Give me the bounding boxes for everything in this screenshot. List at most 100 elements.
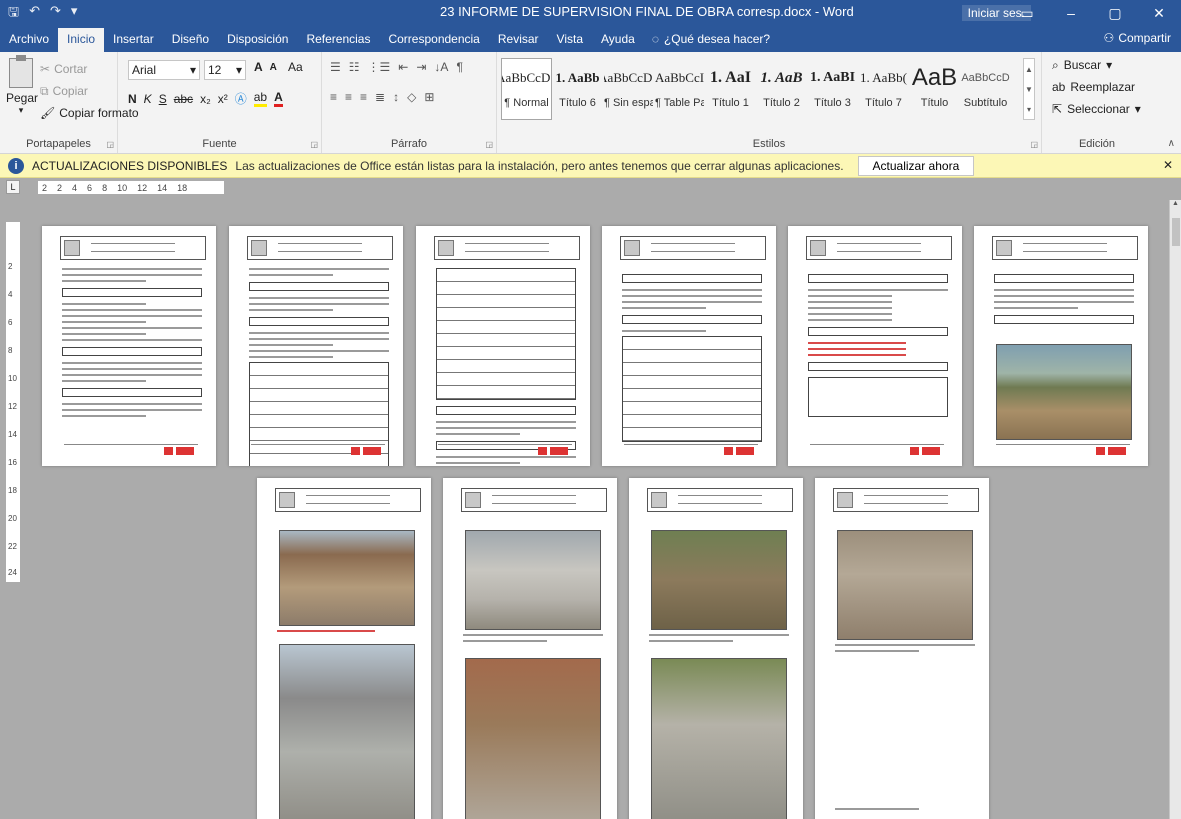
tab-references[interactable]: Referencias: [297, 28, 379, 52]
sort-icon[interactable]: ↓A: [434, 60, 448, 74]
vertical-scrollbar[interactable]: ▲: [1169, 200, 1181, 819]
ribbon-display-options-button[interactable]: ▭: [1005, 0, 1049, 26]
tab-home[interactable]: Inicio: [58, 28, 105, 52]
font-color-icon[interactable]: A: [274, 90, 283, 107]
undo-icon[interactable]: ↶: [29, 3, 40, 25]
tab-mailings[interactable]: Correspondencia: [379, 28, 488, 52]
font-name-select[interactable]: Arial ▾: [128, 60, 200, 80]
minimize-button[interactable]: –: [1049, 0, 1093, 26]
page-thumbnail[interactable]: [974, 226, 1148, 466]
tab-review[interactable]: Revisar: [489, 28, 548, 52]
close-icon[interactable]: ✕: [1163, 158, 1173, 172]
styles-scroll[interactable]: ▲ ▼ ▾: [1023, 58, 1035, 120]
bullets-icon[interactable]: ☰: [330, 60, 341, 74]
shrink-font-button[interactable]: A: [270, 62, 277, 73]
increase-indent-icon[interactable]: ⇥: [416, 60, 426, 74]
style-heading-6[interactable]: 1. AaBb Título 6: [552, 58, 603, 120]
font-row-1: A A: [254, 60, 277, 74]
align-left-icon[interactable]: ≡: [330, 90, 337, 104]
styles-launcher-icon[interactable]: ◲: [1030, 140, 1038, 149]
italic-button[interactable]: K: [144, 92, 152, 106]
superscript-button[interactable]: x²: [218, 92, 228, 106]
page-thumbnail[interactable]: [42, 226, 216, 466]
style-normal[interactable]: AaBbCcD¢ ¶ Normal: [501, 58, 552, 120]
scroll-thumb[interactable]: [1172, 218, 1180, 246]
font-size-value: 12: [208, 63, 222, 77]
bold-button[interactable]: N: [128, 92, 137, 106]
chevron-up-icon[interactable]: ▲: [1025, 65, 1033, 74]
tab-view[interactable]: Vista: [548, 28, 592, 52]
tell-me-box[interactable]: ◌ ¿Qué desea hacer?: [644, 28, 778, 52]
shading-icon[interactable]: ◇: [407, 90, 416, 104]
save-icon[interactable]: 🖫: [8, 3, 19, 25]
justify-icon[interactable]: ≣: [375, 90, 385, 104]
collapse-ribbon-icon[interactable]: ∧: [1168, 138, 1175, 149]
page-thumbnail[interactable]: [788, 226, 962, 466]
update-now-button[interactable]: Actualizar ahora: [857, 155, 975, 176]
font-size-select[interactable]: 12 ▾: [204, 60, 246, 80]
vruler-tick: 12: [8, 402, 17, 411]
paragraph-launcher-icon[interactable]: ◲: [485, 140, 493, 149]
line-spacing-icon[interactable]: ↕: [393, 90, 399, 104]
text-effects-icon[interactable]: Ⓐ: [235, 90, 247, 107]
style-heading-3[interactable]: 1. AaBI Título 3: [807, 58, 858, 120]
highlight-icon[interactable]: ab: [253, 90, 268, 107]
numbering-icon[interactable]: ☷: [349, 60, 360, 74]
borders-icon[interactable]: ⊞: [424, 90, 434, 104]
chevron-down-icon[interactable]: ▼: [1025, 85, 1033, 94]
subscript-button[interactable]: x₂: [200, 92, 211, 106]
share-button[interactable]: ⚇ Compartir: [1104, 31, 1171, 45]
underline-button[interactable]: S: [159, 92, 167, 106]
tab-insert[interactable]: Insertar: [104, 28, 163, 52]
page-thumbnail[interactable]: [443, 478, 617, 819]
copy-label: Copiar: [52, 84, 88, 98]
select-button[interactable]: ⇱ Seleccionar ▾: [1052, 102, 1141, 116]
tab-selector[interactable]: L: [6, 180, 20, 194]
font-launcher-icon[interactable]: ◲: [310, 140, 318, 149]
page-footer: [251, 444, 385, 458]
vertical-ruler[interactable]: 2 4 6 8 10 12 14 16 18 20 22 24: [6, 222, 20, 582]
style-heading-1[interactable]: 1. AaI Título 1: [705, 58, 756, 120]
page-thumbnail[interactable]: [257, 478, 431, 819]
redo-icon[interactable]: ↷: [50, 3, 61, 25]
change-case-button[interactable]: Aa: [288, 60, 303, 74]
align-right-icon[interactable]: ≡: [360, 90, 367, 104]
style-heading-7[interactable]: 1. AaBb(Título 7: [858, 58, 909, 120]
tab-help[interactable]: Ayuda: [592, 28, 644, 52]
align-center-icon[interactable]: ≡: [345, 90, 352, 104]
tab-file[interactable]: Archivo: [0, 28, 58, 52]
paste-dropdown-icon[interactable]: ▾: [6, 105, 36, 116]
document-workspace[interactable]: 2 4 6 8 10 12 14 16 18 20 22 24 ▲: [0, 200, 1181, 819]
grow-font-button[interactable]: A: [254, 60, 263, 74]
paste-button[interactable]: Pegar ▾: [6, 55, 38, 116]
page-thumbnail[interactable]: [229, 226, 403, 466]
show-marks-icon[interactable]: ¶: [456, 60, 462, 74]
close-button[interactable]: ✕: [1137, 0, 1181, 26]
style-table-paragraph[interactable]: AaBbCcI ¶ Table Pa...: [654, 58, 705, 120]
site-photo: [465, 658, 601, 819]
style-heading-2[interactable]: 1. AaB Título 2: [756, 58, 807, 120]
page-header: [434, 236, 580, 260]
find-button[interactable]: ⌕ Buscar ▾: [1052, 58, 1112, 73]
scroll-up-icon[interactable]: ▲: [1170, 200, 1181, 207]
more-icon[interactable]: ▾: [1027, 105, 1031, 114]
replace-button[interactable]: ab Reemplazar: [1052, 80, 1135, 94]
style-subtitle[interactable]: AaBbCcD Subtítulo: [960, 58, 1011, 120]
multilevel-list-icon[interactable]: ⋮☰: [368, 60, 391, 74]
decrease-indent-icon[interactable]: ⇤: [398, 60, 408, 74]
strikethrough-button[interactable]: abc: [174, 92, 193, 106]
page-thumbnail[interactable]: [629, 478, 803, 819]
vruler-tick: 10: [8, 374, 17, 383]
style-no-spacing[interactable]: AaBbCcD¢ ¶ Sin espa...: [603, 58, 654, 120]
clipboard-launcher-icon[interactable]: ◲: [106, 140, 114, 149]
tab-design[interactable]: Diseño: [163, 28, 218, 52]
horizontal-ruler[interactable]: 2 2 4 6 8 10 12 14 18: [38, 181, 224, 194]
tab-layout[interactable]: Disposición: [218, 28, 297, 52]
customize-qat-icon[interactable]: ▾: [71, 3, 78, 25]
page-thumbnail[interactable]: [602, 226, 776, 466]
style-name: Subtítulo: [963, 97, 1008, 109]
page-thumbnail[interactable]: [815, 478, 989, 819]
style-title[interactable]: AaB Título: [909, 58, 960, 120]
maximize-button[interactable]: ▢: [1093, 0, 1137, 26]
page-thumbnail[interactable]: [416, 226, 590, 466]
